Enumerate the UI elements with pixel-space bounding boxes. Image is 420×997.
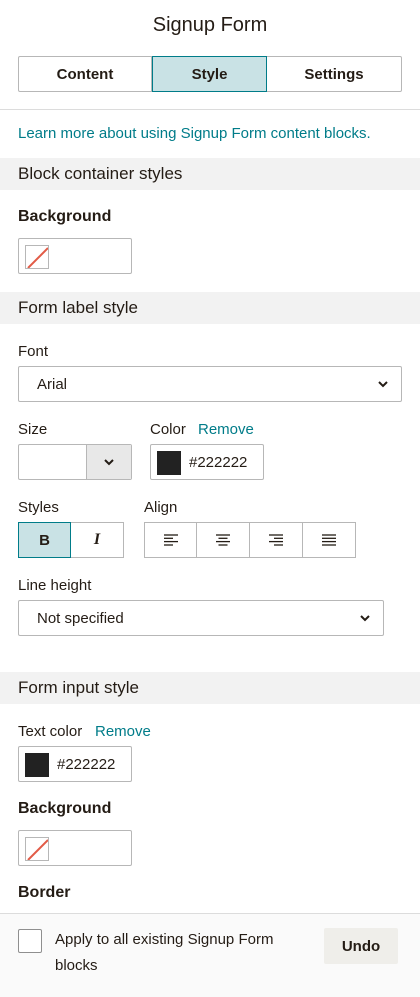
label-color-hex: #222222 (189, 454, 248, 471)
size-select[interactable] (18, 444, 132, 480)
align-label: Align (144, 499, 178, 516)
italic-icon: I (93, 531, 101, 548)
line-height-select[interactable]: Not specified (18, 600, 384, 636)
align-right-button[interactable] (250, 522, 303, 558)
align-center-button[interactable] (197, 522, 250, 558)
chevron-down-icon (360, 615, 370, 622)
align-justify-button[interactable] (303, 522, 356, 558)
apply-all-checkbox[interactable] (18, 929, 42, 953)
color-swatch (157, 451, 181, 475)
undo-button[interactable]: Undo (324, 928, 398, 964)
footer-bar: Apply to all existing Signup Form blocks… (0, 913, 420, 997)
line-height-label: Line height (18, 577, 92, 594)
input-text-color-picker[interactable]: #222222 (18, 746, 132, 782)
form-input-header: Form input style (0, 672, 420, 704)
align-right-icon (269, 534, 283, 546)
no-color-icon (25, 837, 49, 861)
chevron-down-icon (378, 381, 388, 388)
align-left-button[interactable] (144, 522, 197, 558)
block-container-header: Block container styles (0, 158, 420, 190)
input-text-color-hex: #222222 (57, 756, 116, 773)
divider (0, 109, 420, 110)
tab-content[interactable]: Content (18, 56, 152, 92)
size-dropdown-toggle[interactable] (86, 445, 131, 479)
tab-settings[interactable]: Settings (267, 56, 402, 92)
font-select[interactable]: Arial (18, 366, 402, 402)
no-color-icon (25, 245, 49, 269)
label-color-label: Color (150, 421, 186, 438)
bold-icon: B (39, 531, 50, 549)
label-color-picker[interactable]: #222222 (150, 444, 264, 480)
tab-style[interactable]: Style (152, 56, 267, 92)
input-background-label: Background (18, 800, 112, 817)
styles-label: Styles (18, 499, 59, 516)
line-height-value: Not specified (37, 609, 124, 627)
block-background-label: Background (18, 208, 112, 225)
align-left-icon (163, 534, 178, 546)
text-color-label: Text color (18, 723, 83, 740)
form-label-header: Form label style (0, 292, 420, 324)
input-border-label: Border (18, 884, 71, 901)
label-color-remove-link[interactable]: Remove (198, 421, 254, 438)
font-select-value: Arial (37, 375, 68, 393)
chevron-down-icon (104, 459, 114, 466)
input-background-picker[interactable] (18, 830, 132, 866)
block-background-picker[interactable] (18, 238, 132, 274)
align-center-icon (216, 534, 230, 546)
tab-bar: Content Style Settings (18, 56, 402, 92)
panel-title: Signup Form (152, 14, 268, 36)
learn-more-link[interactable]: Learn more about using Signup Form conte… (18, 125, 371, 142)
text-color-remove-link[interactable]: Remove (95, 723, 151, 740)
align-group (144, 522, 356, 558)
italic-button[interactable]: I (71, 522, 124, 558)
bold-button[interactable]: B (18, 522, 71, 558)
size-label: Size (18, 421, 48, 438)
text-style-group: B I (18, 522, 124, 558)
font-label: Font (18, 343, 49, 360)
color-swatch (25, 753, 49, 777)
align-justify-icon (322, 534, 336, 546)
apply-all-label[interactable]: Apply to all existing Signup Form blocks (55, 927, 295, 979)
